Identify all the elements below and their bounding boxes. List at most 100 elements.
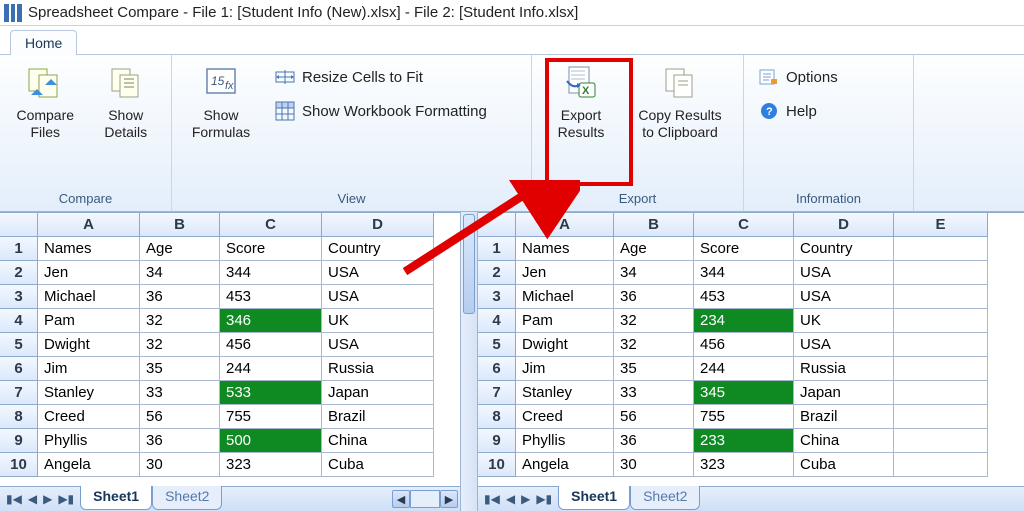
cell[interactable]: 30: [614, 453, 694, 477]
left-vscroll[interactable]: [460, 212, 478, 511]
cell[interactable]: Cuba: [794, 453, 894, 477]
cell[interactable]: [894, 381, 988, 405]
nav-first-icon[interactable]: ▮◀: [6, 492, 22, 506]
export-results-button[interactable]: X ExportResults: [542, 59, 620, 145]
nav-next-icon[interactable]: ▶: [521, 492, 530, 506]
cell[interactable]: [894, 237, 988, 261]
right-hscroll[interactable]: [700, 487, 1024, 511]
col-header[interactable]: D: [794, 213, 894, 237]
cell[interactable]: Score: [694, 237, 794, 261]
cell[interactable]: Japan: [322, 381, 434, 405]
row-header[interactable]: 10: [0, 453, 38, 477]
nav-next-icon[interactable]: ▶: [43, 492, 52, 506]
cell[interactable]: Jen: [516, 261, 614, 285]
row-header[interactable]: 4: [0, 309, 38, 333]
cell[interactable]: USA: [794, 333, 894, 357]
cell[interactable]: 36: [140, 285, 220, 309]
nav-first-icon[interactable]: ▮◀: [484, 492, 500, 506]
cell[interactable]: 345: [694, 381, 794, 405]
cell[interactable]: [894, 357, 988, 381]
cell[interactable]: 500: [220, 429, 322, 453]
options-button[interactable]: Options: [754, 63, 842, 91]
cell[interactable]: 755: [220, 405, 322, 429]
cell[interactable]: 34: [614, 261, 694, 285]
cell[interactable]: USA: [794, 285, 894, 309]
cell[interactable]: USA: [322, 333, 434, 357]
cell[interactable]: USA: [322, 285, 434, 309]
cell[interactable]: [894, 261, 988, 285]
tab-home[interactable]: Home: [10, 30, 77, 55]
cell[interactable]: 56: [614, 405, 694, 429]
col-header[interactable]: C: [694, 213, 794, 237]
cell[interactable]: [894, 309, 988, 333]
help-button[interactable]: ? Help: [754, 97, 842, 125]
cell[interactable]: 30: [140, 453, 220, 477]
cell[interactable]: Age: [140, 237, 220, 261]
cell[interactable]: 244: [220, 357, 322, 381]
nav-prev-icon[interactable]: ◀: [506, 492, 515, 506]
row-header[interactable]: 3: [478, 285, 516, 309]
cell[interactable]: Dwight: [38, 333, 140, 357]
left-grid[interactable]: ABCD1NamesAgeScoreCountry2Jen34344USA3Mi…: [0, 212, 460, 486]
row-header[interactable]: 8: [478, 405, 516, 429]
row-header[interactable]: 1: [478, 237, 516, 261]
copy-results-button[interactable]: Copy Resultsto Clipboard: [630, 59, 730, 145]
row-header[interactable]: 2: [478, 261, 516, 285]
show-details-button[interactable]: ShowDetails: [91, 59, 162, 145]
row-header[interactable]: 7: [478, 381, 516, 405]
compare-files-button[interactable]: CompareFiles: [10, 59, 81, 145]
show-formulas-button[interactable]: 15 fx ShowFormulas: [182, 59, 260, 145]
cell[interactable]: 453: [694, 285, 794, 309]
cell[interactable]: Angela: [38, 453, 140, 477]
col-header[interactable]: C: [220, 213, 322, 237]
cell[interactable]: 233: [694, 429, 794, 453]
cell[interactable]: Angela: [516, 453, 614, 477]
cell[interactable]: 32: [614, 309, 694, 333]
cell[interactable]: 755: [694, 405, 794, 429]
show-formatting-button[interactable]: Show Workbook Formatting: [270, 97, 491, 125]
cell[interactable]: 34: [140, 261, 220, 285]
cell[interactable]: 32: [140, 309, 220, 333]
cell[interactable]: Jen: [38, 261, 140, 285]
row-header[interactable]: 9: [0, 429, 38, 453]
cell[interactable]: 533: [220, 381, 322, 405]
cell[interactable]: 32: [140, 333, 220, 357]
nav-last-icon[interactable]: ▶▮: [58, 492, 74, 506]
cell[interactable]: Brazil: [322, 405, 434, 429]
row-header[interactable]: 3: [0, 285, 38, 309]
col-header[interactable]: B: [140, 213, 220, 237]
cell[interactable]: Names: [38, 237, 140, 261]
cell[interactable]: Brazil: [794, 405, 894, 429]
cell[interactable]: Michael: [38, 285, 140, 309]
cell[interactable]: Age: [614, 237, 694, 261]
cell[interactable]: 346: [220, 309, 322, 333]
row-header[interactable]: 7: [0, 381, 38, 405]
cell[interactable]: UK: [794, 309, 894, 333]
col-header[interactable]: A: [516, 213, 614, 237]
row-header[interactable]: 6: [0, 357, 38, 381]
hscroll-right-icon[interactable]: ▶: [440, 490, 458, 508]
row-header[interactable]: 1: [0, 237, 38, 261]
cell[interactable]: [894, 405, 988, 429]
cell[interactable]: China: [794, 429, 894, 453]
cell[interactable]: 234: [694, 309, 794, 333]
cell[interactable]: 323: [220, 453, 322, 477]
cell[interactable]: 344: [694, 261, 794, 285]
cell[interactable]: Creed: [516, 405, 614, 429]
cell[interactable]: Country: [794, 237, 894, 261]
row-header[interactable]: 2: [0, 261, 38, 285]
cell[interactable]: 244: [694, 357, 794, 381]
nav-prev-icon[interactable]: ◀: [28, 492, 37, 506]
cell[interactable]: USA: [322, 261, 434, 285]
cell[interactable]: Michael: [516, 285, 614, 309]
row-header[interactable]: 9: [478, 429, 516, 453]
cell[interactable]: Russia: [794, 357, 894, 381]
row-header[interactable]: 4: [478, 309, 516, 333]
cell[interactable]: 36: [140, 429, 220, 453]
col-header[interactable]: E: [894, 213, 988, 237]
cell[interactable]: Score: [220, 237, 322, 261]
cell[interactable]: 344: [220, 261, 322, 285]
cell[interactable]: 456: [220, 333, 322, 357]
cell[interactable]: Dwight: [516, 333, 614, 357]
resize-cells-button[interactable]: Resize Cells to Fit: [270, 63, 491, 91]
